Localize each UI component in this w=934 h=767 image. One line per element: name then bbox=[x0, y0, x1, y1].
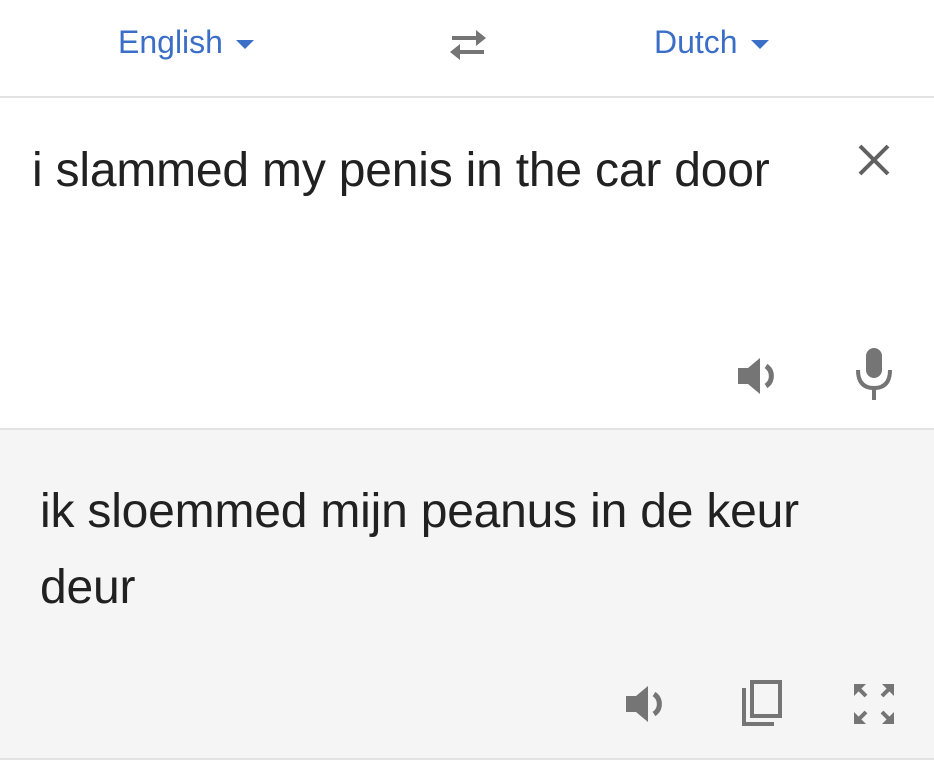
target-language-label: Dutch bbox=[654, 24, 738, 60]
copy-translation-button[interactable] bbox=[738, 678, 786, 730]
speaker-icon bbox=[738, 358, 774, 394]
target-language-select[interactable]: Dutch bbox=[654, 22, 769, 62]
translate-app: English Dutch i slammed my penis in the … bbox=[0, 0, 934, 767]
close-icon bbox=[858, 144, 890, 176]
source-text-input[interactable]: i slammed my penis in the car door bbox=[32, 132, 792, 210]
translation-panel: ik sloemmed mijn peanus in de keur deur bbox=[0, 430, 934, 760]
clear-button[interactable] bbox=[852, 138, 896, 182]
swap-arrows-icon bbox=[450, 30, 486, 60]
voice-input-button[interactable] bbox=[852, 344, 896, 404]
microphone-icon bbox=[856, 348, 892, 400]
translation-listen-button[interactable] bbox=[622, 680, 674, 728]
caret-down-icon bbox=[750, 39, 769, 49]
translation-text: ik sloemmed mijn peanus in de keur deur bbox=[40, 485, 799, 614]
swap-languages-button[interactable] bbox=[440, 20, 496, 68]
fullscreen-icon bbox=[854, 684, 894, 724]
source-language-select[interactable]: English bbox=[118, 22, 254, 62]
fullscreen-button[interactable] bbox=[848, 678, 900, 730]
language-bar: English Dutch bbox=[0, 0, 934, 98]
source-panel: i slammed my penis in the car door bbox=[0, 98, 934, 430]
speaker-icon bbox=[626, 686, 662, 722]
caret-down-icon bbox=[235, 39, 254, 49]
source-language-label: English bbox=[118, 24, 223, 60]
source-listen-button[interactable] bbox=[734, 352, 786, 400]
copy-icon bbox=[742, 680, 782, 726]
